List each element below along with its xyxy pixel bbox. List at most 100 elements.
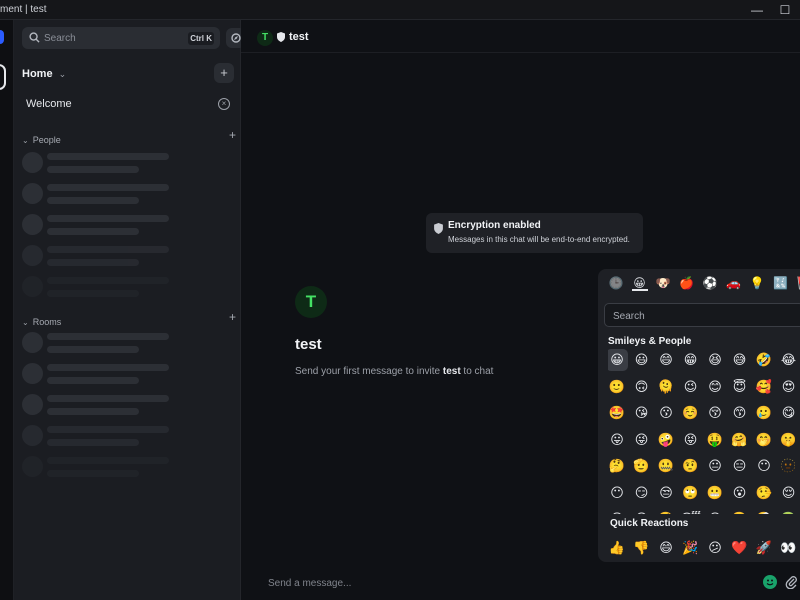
emoji-cell[interactable]: 😅: [729, 349, 751, 371]
loading-skeleton-row: [22, 183, 182, 207]
emoji-cell[interactable]: 😜: [631, 429, 653, 451]
emoji-cell[interactable]: 🤑: [704, 429, 726, 451]
emoji-cell[interactable]: 🥲: [753, 402, 775, 424]
emoji-cell[interactable]: 😂: [778, 349, 800, 371]
emoji-cell[interactable]: 🤪: [655, 429, 677, 451]
emoji-cell[interactable]: 🤢: [778, 508, 800, 514]
flag-icon[interactable]: 🚩: [796, 275, 800, 291]
emoji-cell[interactable]: 😉: [680, 376, 702, 398]
loading-skeleton-row: [22, 363, 182, 387]
room-name[interactable]: test: [289, 31, 309, 43]
dog-icon[interactable]: 🐶: [655, 275, 671, 291]
emoji-grid: 😀 😃 😄 😁 😆 😅 🤣 😂 🙂 🙃 🫠 😉 😊 😇 🥰 😍 🤩 😘 😗 ☺️ 😚 😙 🥲 😋 😛 😜 🤪 😝 🤑 🤗 🤭 🤫 🤔 🫡 🤐 🤨 😐 😑 😶…: [608, 349, 800, 514]
symbols-icon[interactable]: 🔣: [773, 275, 789, 291]
emoji-cell[interactable]: 🤥: [753, 482, 775, 504]
clock-icon[interactable]: 🕒: [608, 275, 624, 291]
quick-reaction-emoji[interactable]: 🚀: [753, 537, 775, 559]
emoji-cell[interactable]: 😬: [704, 482, 726, 504]
quick-reaction-emoji[interactable]: 👍: [606, 537, 628, 559]
emoji-cell[interactable]: 😷: [704, 508, 726, 514]
emoji-button[interactable]: [763, 575, 777, 589]
emoji-cell[interactable]: 😊: [704, 376, 726, 398]
emoji-cell[interactable]: 🤒: [729, 508, 751, 514]
emoji-cell[interactable]: 😀: [608, 349, 628, 371]
emoji-cell[interactable]: 😗: [655, 402, 677, 424]
emoji-cell[interactable]: 🙄: [680, 482, 702, 504]
emoji-cell[interactable]: 😄: [655, 349, 677, 371]
emoji-cell[interactable]: 😔: [608, 508, 628, 514]
emoji-cell[interactable]: 😛: [608, 429, 628, 451]
emoji-cell[interactable]: 😘: [631, 402, 653, 424]
emoji-cell[interactable]: 😒: [655, 482, 677, 504]
minimize-button[interactable]: —: [748, 2, 766, 18]
loading-skeleton-row: [22, 332, 182, 356]
apple-icon[interactable]: 🍎: [679, 275, 695, 291]
emoji-cell[interactable]: 🤭: [753, 429, 775, 451]
home-space-button[interactable]: [0, 64, 6, 90]
emoji-cell[interactable]: 😋: [778, 402, 800, 424]
emoji-cell[interactable]: 😆: [704, 349, 726, 371]
emoji-cell[interactable]: 🙂: [608, 376, 628, 398]
emoji-picker: 🕒😀🐶🍎⚽🚗💡🔣🚩 Smileys & People 😀😃😄😁😆😅🤣😂🙂🙃🫠😉😊…: [598, 269, 800, 562]
emoji-cell[interactable]: 😍: [778, 376, 800, 398]
emoji-cell[interactable]: 😙: [729, 402, 751, 424]
emoji-cell[interactable]: 😝: [680, 429, 702, 451]
search-box[interactable]: Ctrl K: [22, 27, 220, 49]
emoji-cell[interactable]: 🫡: [631, 455, 653, 477]
emoji-cell[interactable]: 😐: [704, 455, 726, 477]
emoji-cell[interactable]: 😴: [680, 508, 702, 514]
emoji-cell[interactable]: 🤗: [729, 429, 751, 451]
emoji-cell[interactable]: 🙃: [631, 376, 653, 398]
emoji-cell[interactable]: 🤫: [778, 429, 800, 451]
sidebar-item-welcome[interactable]: Welcome ×: [18, 93, 236, 115]
emoji-cell[interactable]: 🤤: [655, 508, 677, 514]
close-icon[interactable]: ×: [218, 98, 230, 110]
emoji-cell[interactable]: 😏: [631, 482, 653, 504]
add-room-button[interactable]: +: [229, 310, 236, 324]
quick-reaction-emoji[interactable]: 🎉: [680, 537, 702, 559]
emoji-cell[interactable]: 🫥: [778, 455, 800, 477]
quick-reaction-emoji[interactable]: 👎: [631, 537, 653, 559]
app-logo-icon[interactable]: [0, 30, 4, 44]
emoji-cell[interactable]: 😚: [704, 402, 726, 424]
car-icon[interactable]: 🚗: [726, 275, 742, 291]
emoji-search-box[interactable]: [604, 303, 800, 327]
emoji-cell[interactable]: 🤨: [680, 455, 702, 477]
emoji-cell[interactable]: 😃: [631, 349, 653, 371]
quick-reaction-emoji[interactable]: 😄: [655, 537, 677, 559]
message-input[interactable]: [268, 575, 568, 591]
emoji-cell[interactable]: 🤔: [608, 455, 628, 477]
bulb-icon[interactable]: 💡: [749, 275, 765, 291]
emoji-cell[interactable]: 😶: [608, 482, 628, 504]
emoji-cell[interactable]: 🤩: [608, 402, 628, 424]
emoji-cell[interactable]: 😪: [631, 508, 653, 514]
room-intro-name: test: [442, 366, 461, 377]
maximize-button[interactable]: ☐: [776, 2, 794, 18]
emoji-cell[interactable]: 😮: [729, 482, 751, 504]
home-menu[interactable]: Home ⌄: [22, 64, 66, 82]
smiley-icon[interactable]: 😀: [631, 275, 648, 291]
room-avatar[interactable]: T: [257, 30, 273, 46]
people-section-header[interactable]: ⌄ People +: [22, 128, 236, 145]
quick-reaction-emoji[interactable]: 👀: [778, 537, 800, 559]
emoji-cell[interactable]: 🤕: [753, 508, 775, 514]
emoji-cell[interactable]: ☺️: [680, 402, 702, 424]
paperclip-icon[interactable]: [785, 575, 797, 589]
emoji-cell[interactable]: 🤣: [753, 349, 775, 371]
ball-icon[interactable]: ⚽: [702, 275, 718, 291]
emoji-cell[interactable]: 🥰: [753, 376, 775, 398]
add-button[interactable]: +: [214, 63, 234, 83]
emoji-cell[interactable]: 😁: [680, 349, 702, 371]
emoji-cell[interactable]: 😑: [729, 455, 751, 477]
quick-reaction-emoji[interactable]: 😕: [704, 537, 726, 559]
search-input[interactable]: [44, 30, 164, 46]
emoji-cell[interactable]: 🫠: [655, 376, 677, 398]
emoji-cell[interactable]: 😇: [729, 376, 751, 398]
add-people-button[interactable]: +: [229, 128, 236, 142]
emoji-search-input[interactable]: [613, 308, 793, 324]
rooms-section-header[interactable]: ⌄ Rooms +: [22, 310, 236, 327]
emoji-cell[interactable]: 🤐: [655, 455, 677, 477]
emoji-cell[interactable]: 😌: [778, 482, 800, 504]
emoji-cell[interactable]: 😶: [753, 455, 775, 477]
quick-reaction-emoji[interactable]: ❤️: [729, 537, 751, 559]
